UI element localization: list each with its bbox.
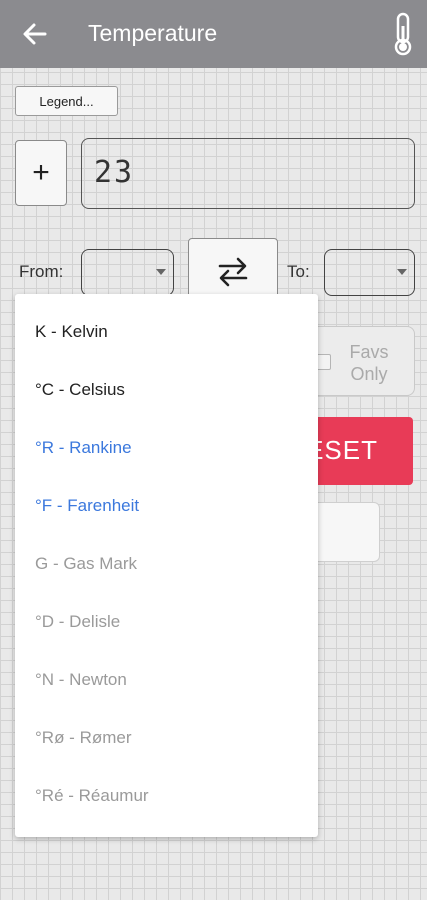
sign-toggle-button[interactable]: + [15, 140, 67, 206]
thermometer-icon [394, 12, 412, 56]
dropdown-item[interactable]: °N - Newton [15, 651, 318, 709]
to-label: To: [287, 262, 310, 281]
caret-down-icon [156, 269, 166, 275]
page-title: Temperature [88, 20, 218, 46]
dropdown-item[interactable]: K - Kelvin [15, 303, 318, 361]
dropdown-item[interactable]: °R - Rankine [15, 419, 318, 477]
from-unit-select[interactable] [81, 249, 174, 296]
swap-icon [218, 257, 248, 287]
legend-button[interactable]: Legend... [15, 86, 118, 116]
unit-dropdown-menu: K - Kelvin °C - Celsius °R - Rankine °F - F… [15, 294, 318, 837]
app-bar: Temperature [0, 0, 427, 68]
caret-down-icon [397, 269, 407, 275]
unit-list: K - Kelvin °C - Celsius °R - Rankine °F - F… [15, 294, 318, 825]
favs-only-label: Favs Only [349, 342, 389, 384]
to-unit-select[interactable] [324, 249, 415, 296]
from-label: From: [19, 262, 64, 281]
dropdown-item[interactable]: °D - Delisle [15, 593, 318, 651]
value-input[interactable]: 23 [81, 138, 415, 209]
dropdown-item[interactable]: G - Gas Mark [15, 535, 318, 593]
dropdown-item[interactable]: °Rø - Rømer [15, 709, 318, 767]
dropdown-item[interactable]: °Ré - Réaumur [15, 767, 318, 825]
arrow-left-icon[interactable] [20, 18, 50, 50]
dropdown-item[interactable]: °C - Celsius [15, 361, 318, 419]
dropdown-item[interactable]: °F - Farenheit [15, 477, 318, 535]
